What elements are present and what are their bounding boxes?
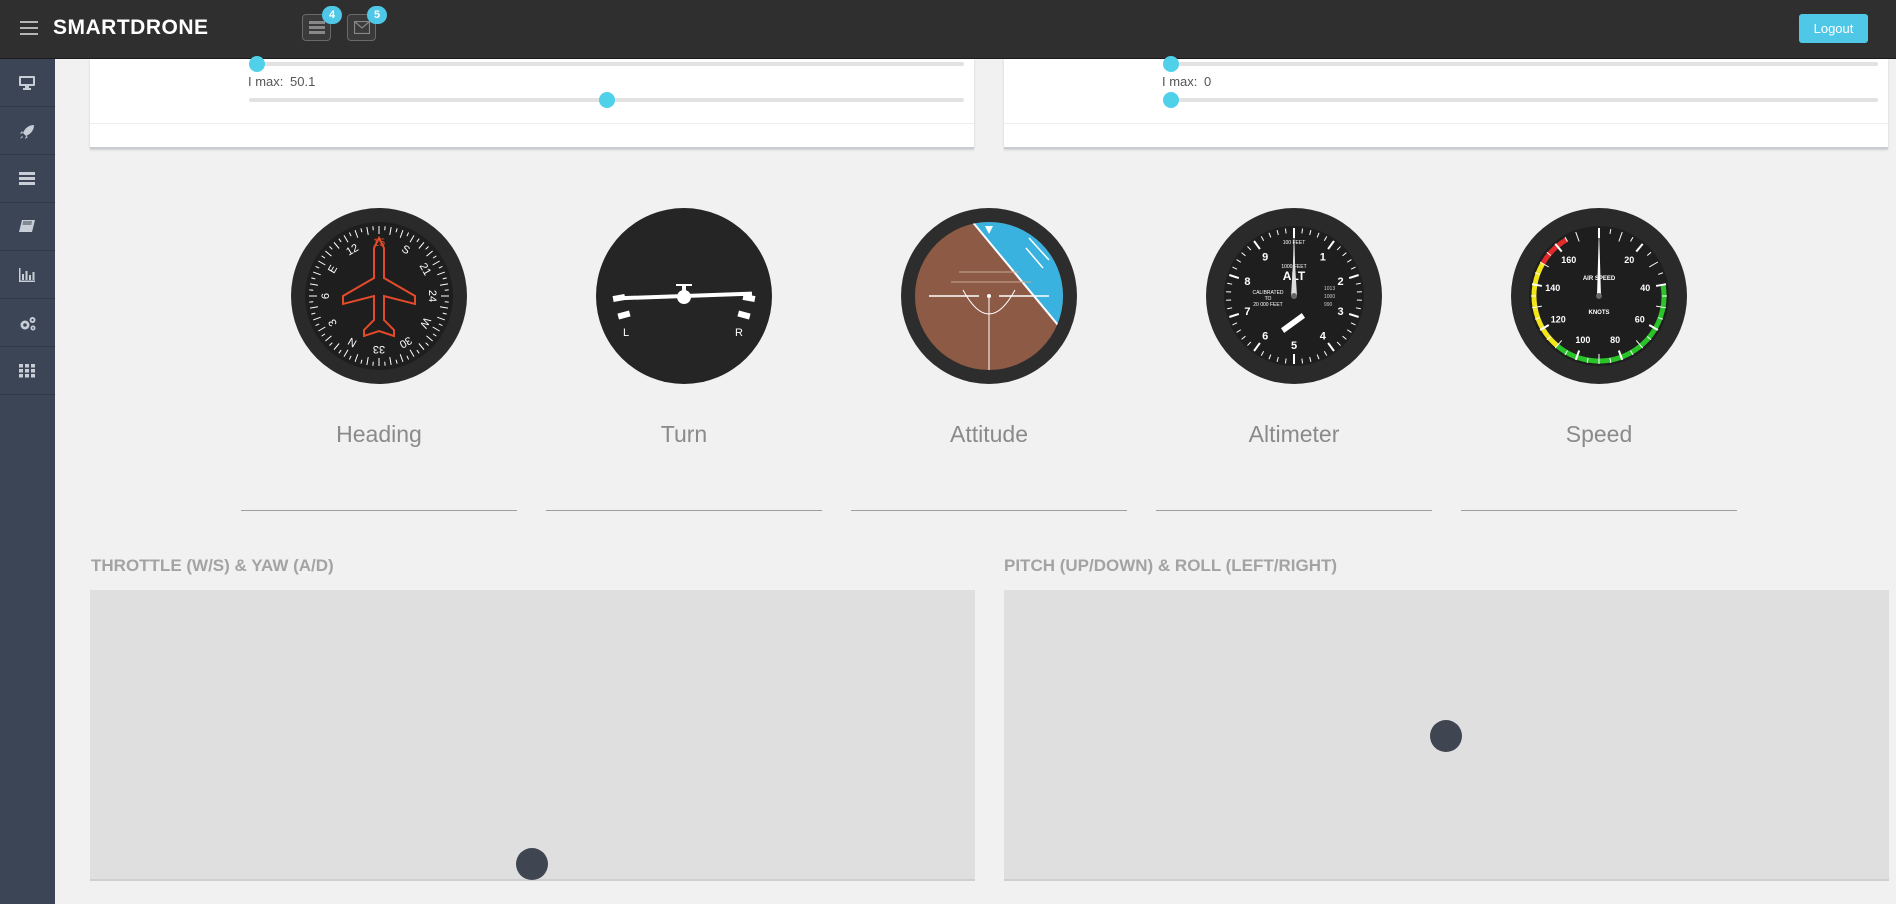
speed-number: 160 <box>1561 255 1576 265</box>
desktop-icon <box>19 76 35 90</box>
altimeter-number: 7 <box>1244 306 1250 318</box>
heading-gauge: 15 S 21 24 W 30 33 N 3 6 E 12 <box>291 208 467 384</box>
pid-panel-right: I max: 0 <box>1004 56 1888 149</box>
tasks-notification-button[interactable]: 4 <box>302 6 342 41</box>
speed-number: 120 <box>1551 315 1566 325</box>
heading-mark: 33 <box>373 343 385 355</box>
altimeter-number: 3 <box>1338 306 1344 318</box>
tasks-icon <box>309 21 325 34</box>
gauge-underline <box>1156 510 1432 511</box>
gauge-underline <box>851 510 1127 511</box>
sidebar-item-docs[interactable] <box>0 203 55 251</box>
i-max-label: I max: <box>1162 74 1198 89</box>
altimeter-number: 2 <box>1338 276 1344 288</box>
speed-unit: KNOTS <box>1589 310 1610 316</box>
alt-baro-1: 1013 <box>1324 286 1335 292</box>
gauge-underline <box>1461 510 1737 511</box>
altimeter-number: 8 <box>1244 276 1250 288</box>
heading-dial: 15S2124W3033N36E12 <box>291 208 467 384</box>
altimeter-number: 9 <box>1262 251 1268 263</box>
speed-number: 40 <box>1640 283 1650 293</box>
pid-panel-left: I max: 50.1 <box>90 56 974 149</box>
bar-chart-icon <box>19 268 35 282</box>
panel-divider <box>90 123 974 124</box>
top-slider-thumb[interactable] <box>249 56 265 72</box>
turn-gauge: L R <box>596 208 772 384</box>
sidebar <box>0 59 55 904</box>
i-max-value: 0 <box>1204 74 1212 89</box>
altimeter-number: 6 <box>1262 331 1268 343</box>
top-slider-thumb[interactable] <box>1163 56 1179 72</box>
throttle-yaw-joystick-pad[interactable] <box>90 590 975 881</box>
messages-count-badge: 5 <box>367 6 387 24</box>
gauge-label-altimeter: Altimeter <box>1248 421 1340 447</box>
throttle-yaw-title: THROTTLE (W/S) & YAW (A/D) <box>91 556 334 575</box>
turn-left-letter: L <box>623 327 629 339</box>
server-icon <box>19 172 35 185</box>
gauge-underline <box>546 510 822 511</box>
pitch-roll-joystick-pad[interactable] <box>1004 590 1889 881</box>
top-slider-track[interactable] <box>249 56 964 72</box>
attitude-dial <box>901 208 1077 384</box>
cogs-icon <box>20 317 36 331</box>
altimeter-number: 4 <box>1320 331 1327 343</box>
speed-number: 80 <box>1610 335 1620 345</box>
attitude-gauge <box>901 208 1077 384</box>
airspeed-dial: 20406080100120140160 AIR SPEED KNOTS <box>1511 208 1687 384</box>
sidebar-item-launch[interactable] <box>0 107 55 155</box>
sidebar-item-charts[interactable] <box>0 251 55 299</box>
speed-number: 20 <box>1624 255 1634 265</box>
pitch-roll-title: PITCH (UP/DOWN) & ROLL (LEFT/RIGHT) <box>1004 556 1338 575</box>
throttle-yaw-joystick-knob[interactable] <box>516 848 548 880</box>
top-slider-track[interactable] <box>1163 56 1878 72</box>
speed-gauge: 20 40 60 80 100 120 140 160 AIR SPEED KNOTS <box>1511 208 1687 384</box>
gauge-label-turn: Turn <box>660 421 708 447</box>
i-max-value: 50.1 <box>290 74 316 89</box>
speed-number: 100 <box>1575 335 1590 345</box>
grid-icon <box>19 364 35 378</box>
altimeter-gauge: 123456789 100 FEET 1000 FEET ALT CALIBRA… <box>1206 208 1382 384</box>
sidebar-item-apps[interactable] <box>0 347 55 395</box>
sidebar-item-dashboard[interactable] <box>0 59 55 107</box>
gauge-label-heading: Heading <box>336 421 422 447</box>
envelope-icon <box>354 21 370 34</box>
alt-cal-feet: 20 000 FEET <box>1253 302 1282 308</box>
turn-right-letter: R <box>735 327 743 339</box>
turn-coordinator-dial: L R <box>596 208 772 384</box>
brand-logo[interactable]: SMARTDRONE <box>53 16 209 40</box>
speed-number: 140 <box>1545 283 1560 293</box>
panel-divider <box>1004 123 1888 124</box>
pitch-roll-joystick-knob[interactable] <box>1430 720 1462 752</box>
gauge-label-attitude: Attitude <box>950 421 1028 447</box>
i-max-label: I max: <box>248 74 284 89</box>
gauge-underline <box>241 510 517 511</box>
rocket-icon <box>20 125 34 139</box>
altimeter-number: 1 <box>1320 251 1326 263</box>
logout-button[interactable]: Logout <box>1799 14 1868 43</box>
sidebar-item-settings[interactable] <box>0 299 55 347</box>
alt-baro-2: 1000 <box>1324 294 1335 300</box>
heading-mark: 24 <box>426 290 438 302</box>
book-icon <box>19 220 35 232</box>
messages-notification-button[interactable]: 5 <box>347 6 387 41</box>
speed-number: 60 <box>1635 315 1645 325</box>
i-max-slider-thumb[interactable] <box>1163 92 1179 108</box>
i-max-slider-track[interactable] <box>1163 92 1878 108</box>
sidebar-item-servers[interactable] <box>0 155 55 203</box>
menu-toggle-icon[interactable] <box>20 21 38 35</box>
altimeter-dial: 123456789 100 FEET 1000 FEET ALT CALIBRA… <box>1206 208 1382 384</box>
gauge-label-speed: Speed <box>1565 421 1633 447</box>
i-max-slider-track[interactable] <box>249 92 964 108</box>
alt-baro-3: 990 <box>1324 302 1333 308</box>
heading-mark: 6 <box>320 293 332 299</box>
i-max-slider-thumb[interactable] <box>598 92 615 108</box>
tasks-count-badge: 4 <box>322 6 342 24</box>
altimeter-number: 5 <box>1291 340 1297 352</box>
top-navbar: SMARTDRONE 4 5 Logout <box>0 0 1896 59</box>
